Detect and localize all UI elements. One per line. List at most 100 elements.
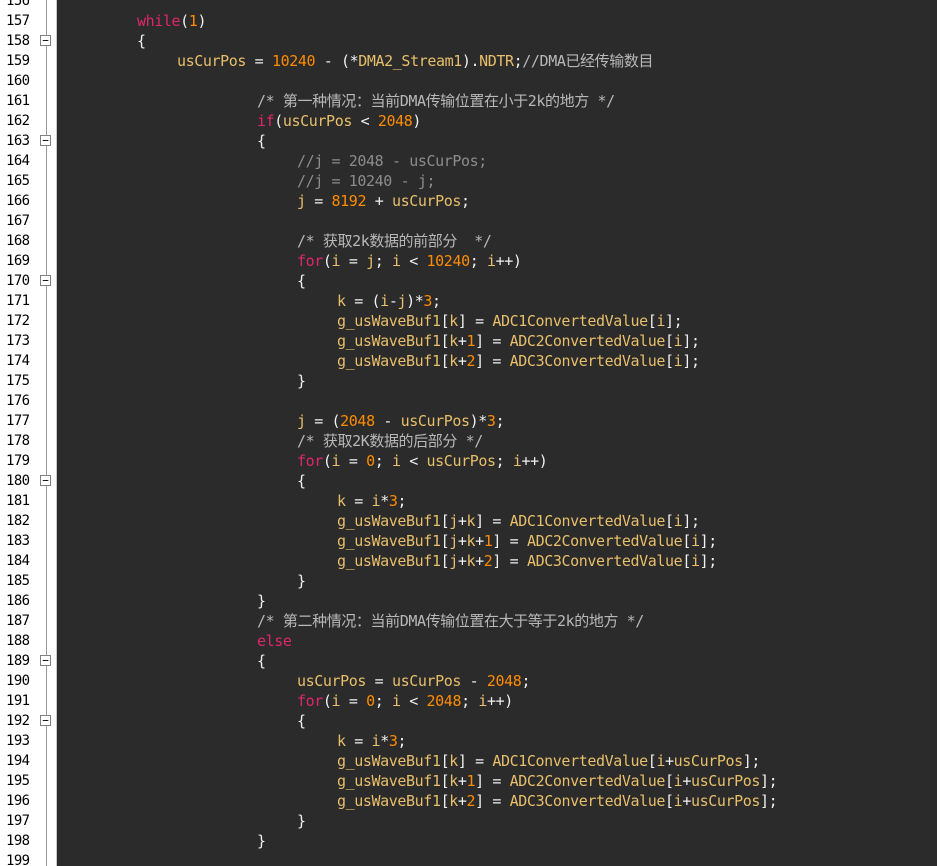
fold-collapse-icon[interactable]: − [40,715,51,726]
line-number: 166 [6,193,30,209]
code-token-plain: i [690,532,700,550]
code-line[interactable]: } [257,831,266,851]
code-line[interactable]: { [257,651,266,671]
code-token-punct: [ [440,772,450,790]
code-line[interactable]: g_usWaveBuf1[k+2] = ADC3ConvertedValue[i… [337,791,778,811]
code-line[interactable]: for(i = 0; i < 2048; i++) [297,691,513,711]
code-token-plain: ADC2ConvertedValue [509,772,666,790]
fold-guide-line [46,11,47,31]
fold-collapse-icon[interactable]: − [40,475,51,486]
code-line[interactable]: g_usWaveBuf1[k] = ADC1ConvertedValue[i]; [337,311,683,331]
code-line[interactable]: if(usCurPos < 2048) [257,111,421,131]
code-line[interactable]: g_usWaveBuf1[k] = ADC1ConvertedValue[i+u… [337,751,760,771]
code-line[interactable]: g_usWaveBuf1[j+k] = ADC1ConvertedValue[i… [337,511,700,531]
code-line[interactable]: /* 获取2k数据的前部分 */ [297,231,492,251]
line-number: 161 [6,93,30,109]
line-number: 184 [6,553,30,569]
code-token-plain: ADC2ConvertedValue [509,332,666,350]
code-token-punct: + [457,532,467,550]
line-number: 180 [6,473,30,489]
line-number: 169 [6,253,30,269]
code-line[interactable]: j = 8192 + usCurPos; [297,191,470,211]
code-line[interactable]: while(1) [137,11,206,31]
code-editor[interactable]: 156 157 158−159 160 161 162 163−164 165 166 167 16… [0,0,937,866]
code-token-punct: ( [322,452,332,470]
code-line[interactable]: /* 第二种情况：当前DMA传输位置在大于等于2k的地方 */ [257,611,644,631]
code-token-plain: ADC1ConvertedValue [509,512,666,530]
code-line[interactable]: j = (2048 - usCurPos)*3; [297,411,505,431]
code-line[interactable]: //j = 10240 - j; [297,171,435,191]
code-token-punct: ] = [475,792,510,810]
code-token-number: 0 [366,452,375,470]
code-token-punct: + [457,552,467,570]
code-token-plain: usCurPos [690,772,760,790]
code-line[interactable]: } [297,811,306,831]
line-number: 162 [6,113,30,129]
code-line[interactable]: } [297,571,306,591]
code-line[interactable]: k = (i-j)*3; [337,291,441,311]
code-token-plain: g_usWaveBuf1 [337,772,441,790]
code-line[interactable]: { [297,711,306,731]
code-token-punct: < [400,692,427,710]
gutter-row: 167 [0,211,57,231]
code-line[interactable]: /* 第一种情况：当前DMA传输位置在小于2k的地方 */ [257,91,615,111]
code-line[interactable]: { [297,271,306,291]
code-token-punct: ++) [521,452,548,470]
code-token-punct: - ( [315,52,350,70]
gutter-row: 170− [0,271,57,291]
code-token-plain: k [466,532,476,550]
code-token-punct: + [457,352,467,370]
code-line[interactable]: //j = 2048 - usCurPos; [297,151,487,171]
code-token-punct: ] = [475,512,510,530]
code-line[interactable]: } [257,591,266,611]
gutter-row: 182 [0,511,57,531]
gutter-row: 177 [0,411,57,431]
line-number: 176 [6,393,30,409]
code-line[interactable]: g_usWaveBuf1[k+1] = ADC2ConvertedValue[i… [337,771,778,791]
code-token-punct: + [457,772,467,790]
line-number: 193 [6,733,30,749]
code-token-keyword: if [257,112,275,130]
code-line[interactable]: { [137,31,146,51]
line-number-gutter: 156 157 158−159 160 161 162 163−164 165 166 167 16… [0,0,57,866]
code-area[interactable]: while(1){usCurPos = 10240 - (*DMA2_Strea… [57,0,937,866]
code-token-plain: k [337,492,346,510]
code-token-plain: NDTR [479,52,514,70]
fold-guide-line [46,331,47,351]
fold-collapse-icon[interactable]: − [40,35,51,46]
code-line[interactable]: k = i*3; [337,731,406,751]
code-token-plain: DMA2_Stream1 [358,52,462,70]
code-line[interactable]: { [257,131,266,151]
code-token-plain: i [331,252,341,270]
code-line[interactable]: g_usWaveBuf1[j+k+2] = ADC3ConvertedValue… [337,551,717,571]
line-number: 192 [6,713,30,729]
code-line[interactable]: { [297,471,306,491]
code-token-plain: i [331,452,341,470]
code-token-punct: ] = [492,552,527,570]
fold-guide-line [46,151,47,171]
code-token-punct: = ( [345,292,381,310]
fold-collapse-icon[interactable]: − [40,275,51,286]
code-line[interactable]: g_usWaveBuf1[k+1] = ADC2ConvertedValue[i… [337,331,700,351]
code-line[interactable]: else [257,631,292,651]
code-line[interactable]: usCurPos = usCurPos - 2048; [297,671,530,691]
fold-guide-line [46,431,47,451]
code-line[interactable]: usCurPos = 10240 - (*DMA2_Stream1).NDTR;… [177,51,653,71]
code-line[interactable]: for(i = 0; i < usCurPos; i++) [297,451,548,471]
code-token-punct: [ [440,512,450,530]
fold-collapse-icon[interactable]: − [40,655,51,666]
code-line[interactable]: k = i*3; [337,491,406,511]
line-number: 186 [6,593,30,609]
code-line[interactable]: g_usWaveBuf1[j+k+1] = ADC2ConvertedValue… [337,531,717,551]
fold-guide-line [46,191,47,211]
code-line[interactable]: } [297,371,306,391]
code-token-number: 10240 [426,252,471,270]
code-token-plain: ADC2ConvertedValue [526,532,683,550]
line-number: 157 [6,13,30,29]
code-line[interactable]: g_usWaveBuf1[k+2] = ADC3ConvertedValue[i… [337,351,700,371]
code-line[interactable]: for(i = j; i < 10240; i++) [297,251,522,271]
code-token-plain: k [449,772,458,790]
code-line[interactable]: /* 获取2K数据的后部分 */ [297,431,483,451]
line-number: 165 [6,173,30,189]
fold-collapse-icon[interactable]: − [40,135,51,146]
